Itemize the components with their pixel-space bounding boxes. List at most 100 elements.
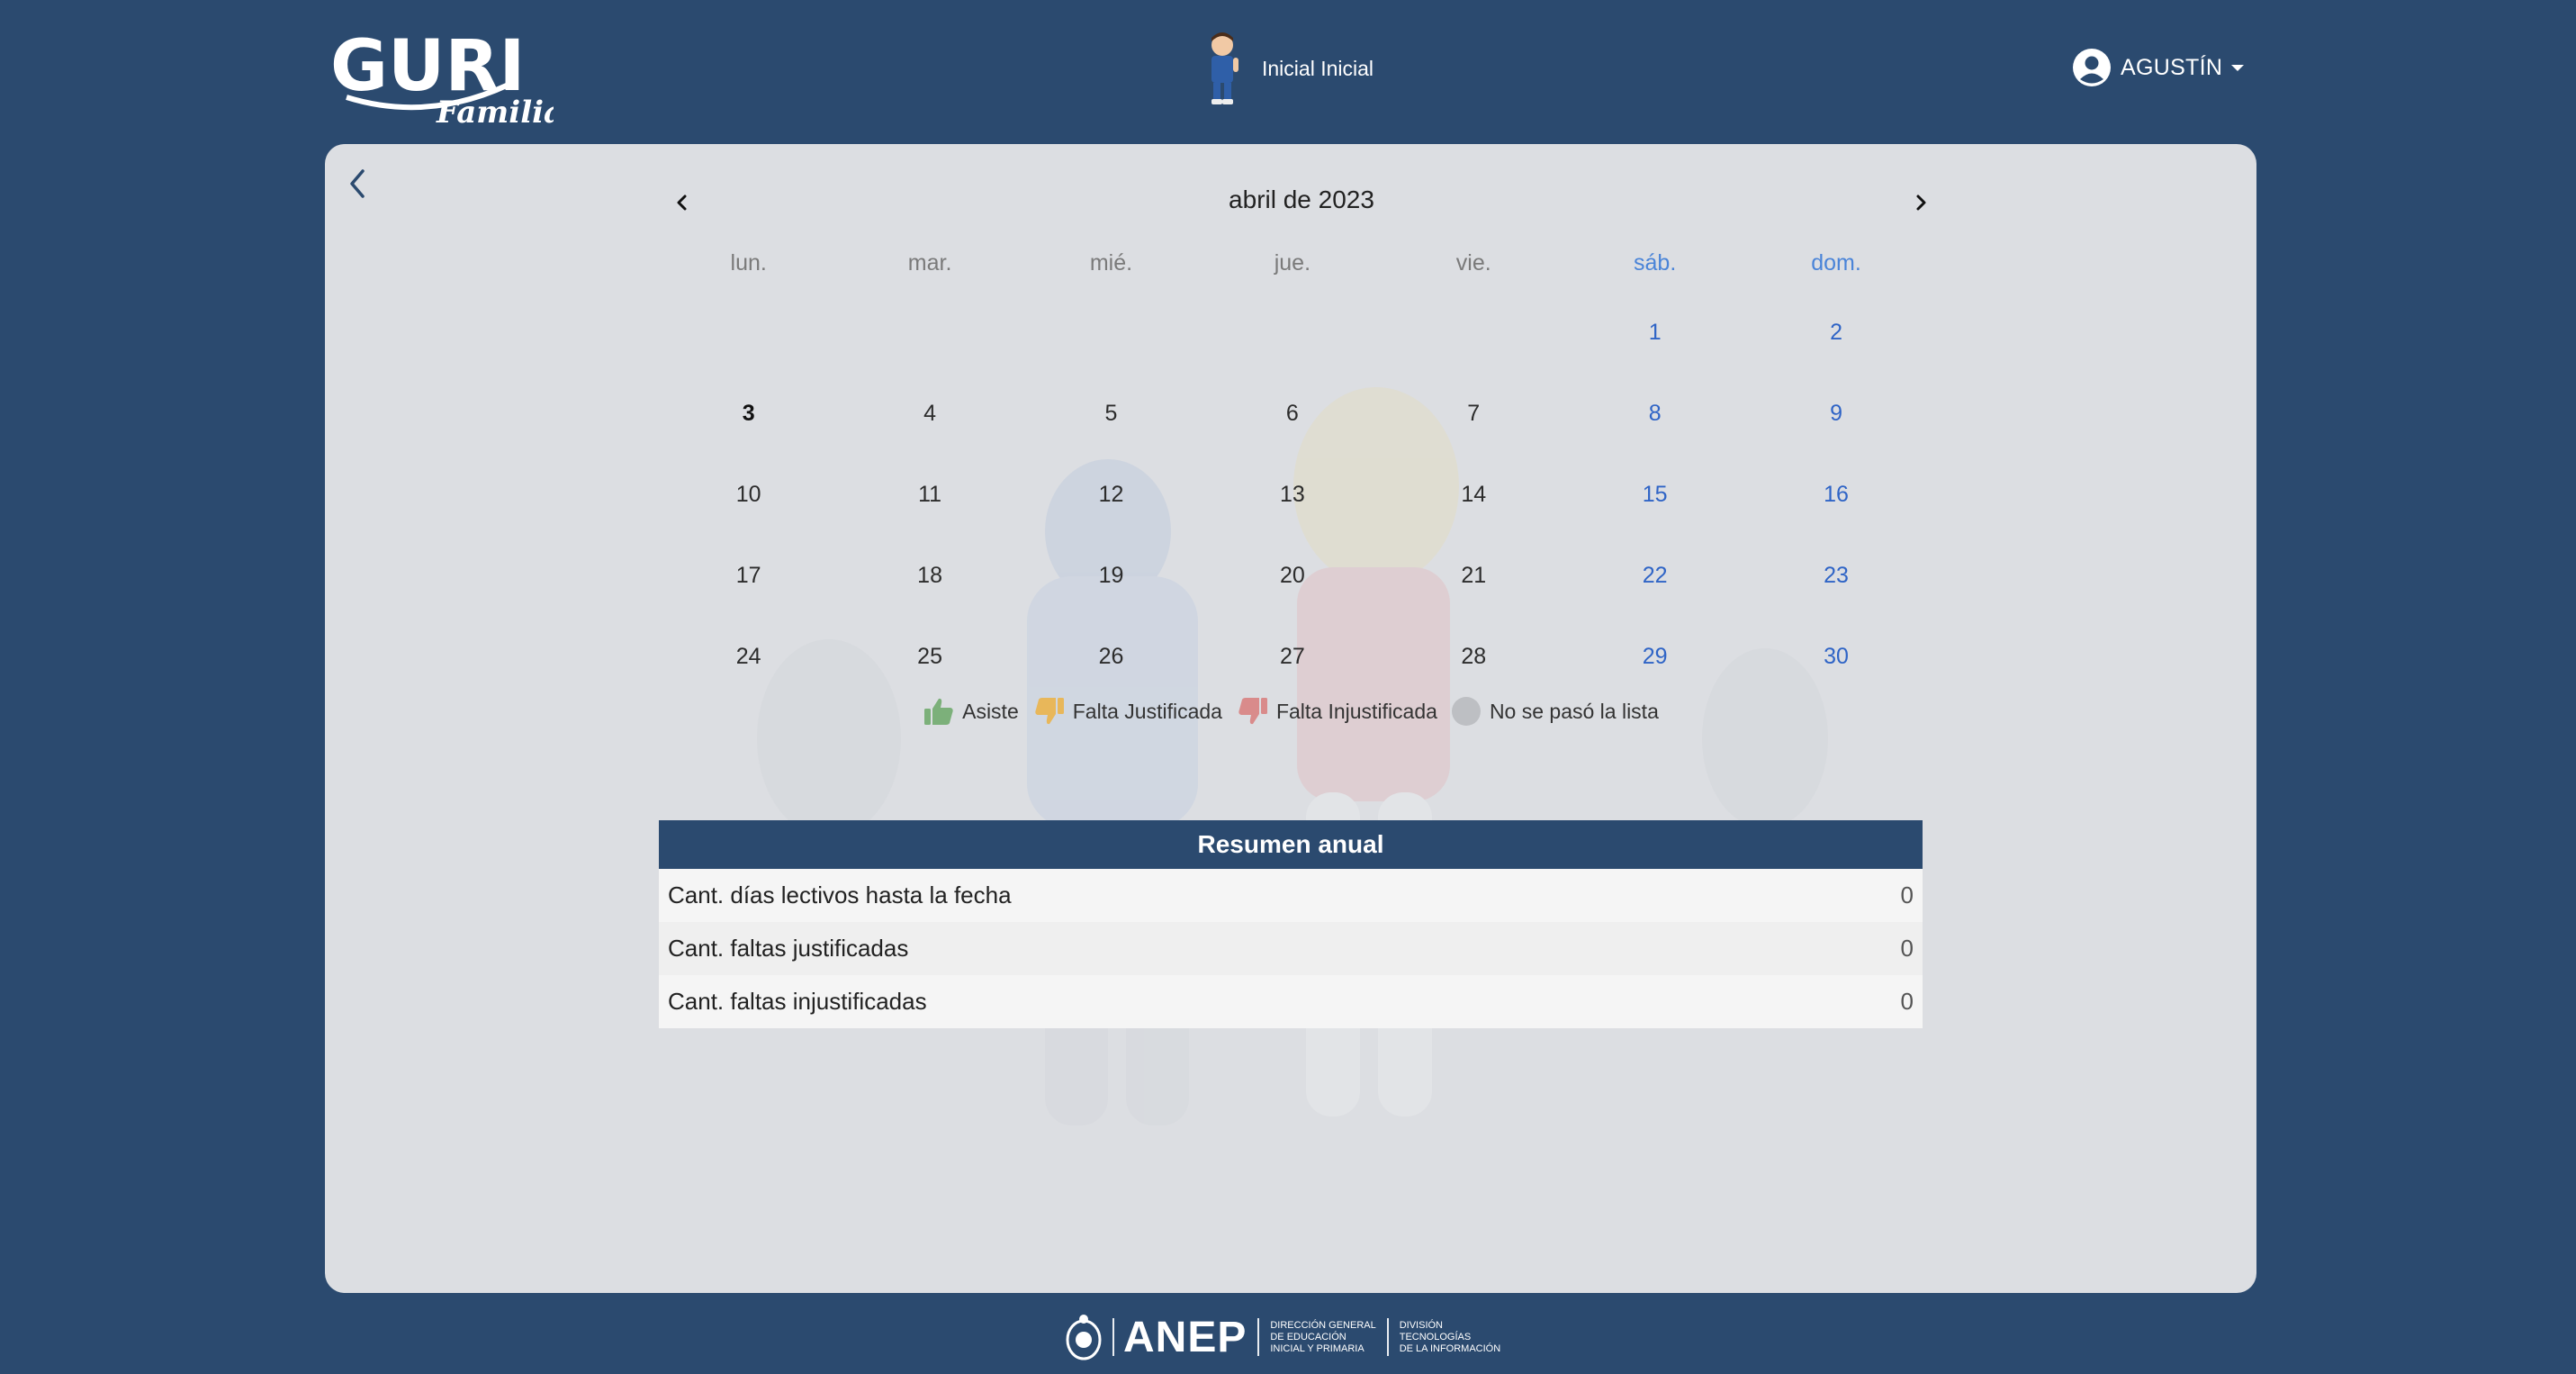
month-label: abril de 2023 [1229,185,1374,213]
weekday-label: mar. [907,250,952,276]
user-account-icon [2073,49,2111,86]
table-row: Cant. faltas justificadas 0 [659,922,1923,975]
weekday-label: mié. [1089,250,1133,276]
calendar-day[interactable]: 3 [658,373,839,454]
uruguay-seal-icon [1066,1315,1102,1360]
calendar-week-row: 10 11 12 13 14 15 16 [658,454,1927,535]
student-avatar [1211,32,1238,104]
student-selector[interactable]: Inicial Inicial [1197,31,1374,106]
calendar-week-row: 12 [658,292,1927,373]
calendar-day[interactable]: 13 [1202,454,1383,535]
legend-asiste-label: Asiste [962,699,1019,723]
calendar-day[interactable]: 20 [1202,535,1383,616]
summary-title: Resumen anual [659,820,1923,869]
summary-row-label: Cant. días lectivos hasta la fecha [668,881,1012,908]
calendar-day[interactable]: 26 [1021,616,1202,697]
calendar-day[interactable]: 12 [1021,454,1202,535]
divider [1386,1318,1389,1356]
calendar-day[interactable]: 5 [1021,373,1202,454]
calendar-day[interactable]: 27 [1202,616,1383,697]
calendar-week-row: 3456789 [658,373,1927,454]
calendar-weeks: 1 2 3 4 5 6 7 8 9 10 11 12 13 14 15 16 17 18 19 20 21 22 23 24 2… [658,292,1927,697]
summary-row-value: 0 [1900,881,1914,908]
footer-line: DE EDUCACIÓN [1270,1331,1347,1342]
summary-row-label: Cant. faltas justificadas [668,935,909,962]
summary-row-value: 0 [1900,988,1914,1015]
footer-line: DE LA INFORMACIÓN [1399,1342,1501,1354]
grey-dot-icon [1451,697,1481,726]
weekday-label: vie. [1455,250,1491,276]
footer-line: DIVISIÓN [1399,1319,1444,1331]
calendar-day[interactable]: 28 [1383,616,1564,697]
calendar-day[interactable]: 6 [1202,373,1383,454]
weekday-label: jue. [1274,250,1311,276]
table-row: Cant. faltas injustificadas 0 [659,975,1923,1028]
calendar-day[interactable]: 23 [1745,535,1926,616]
divider [1257,1318,1260,1356]
calendar-empty-cell [839,292,1020,373]
calendar-day[interactable]: 14 [1383,454,1564,535]
legend-falta-justificada-label: Falta Justificada [1072,699,1222,723]
calendar-day[interactable]: 10 [658,454,839,535]
attendance-legend: Asiste Falta Justificada Falta Injustifi… [325,693,2256,729]
anep-footer-logo: ANEP DIRECCIÓN GENERAL DE EDUCACIÓN INIC… [1064,1310,1500,1364]
legend-falta-injustificada-label: Falta Injustificada [1275,699,1437,723]
calendar-day[interactable]: 11 [839,454,1020,535]
calendar-week-row: 24 25 26 27 28 29 30 [658,616,1927,697]
calendar-day[interactable]: 9 [1745,373,1926,454]
annual-summary-table: Resumen anual Cant. días lectivos hasta … [659,820,1923,1028]
next-month-chevron-icon[interactable] [1905,187,1936,218]
calendar-day[interactable]: 19 [1021,535,1202,616]
table-row: Cant. días lectivos hasta la fecha 0 [659,869,1923,922]
legend-falta-justificada: Falta Justificada [1033,696,1222,727]
legend-no-lista: No se pasó la lista [1451,697,1659,726]
calendar-day[interactable]: 29 [1564,616,1745,697]
thumbs-down-icon [1238,698,1267,725]
calendar-day[interactable]: 21 [1383,535,1564,616]
calendar-day[interactable]: 7 [1383,373,1564,454]
calendar-day[interactable]: 16 [1745,454,1926,535]
calendar-day[interactable]: 25 [839,616,1020,697]
student-name: Inicial Inicial [1262,56,1374,80]
calendar-day[interactable]: 4 [839,373,1020,454]
back-arrow-icon[interactable] [341,164,377,203]
anep-division-text: DIVISIÓN TECNOLOGÍAS DE LA INFORMACIÓN [1400,1320,1500,1355]
anep-direction-text: DIRECCIÓN GENERAL DE EDUCACIÓN INICIAL Y… [1270,1320,1375,1355]
calendar-day[interactable]: 8 [1564,373,1745,454]
footer-line: TECNOLOGÍAS [1399,1331,1472,1342]
weekday-label: lun. [730,250,767,276]
calendar-day[interactable]: 1 [1564,292,1745,373]
calendar-empty-cell [1021,292,1202,373]
thumbs-down-icon [1035,698,1064,725]
calendar-empty-cell [658,292,839,373]
attendance-card: abril de 2023 lun. mar. mié. jue. vie. s… [325,144,2256,1293]
chevron-down-icon [2231,64,2245,71]
weekday-label: sáb. [1634,250,1677,276]
calendar-header: abril de 2023 [667,171,1936,234]
footer-line: DIRECCIÓN GENERAL [1270,1319,1376,1331]
calendar-day[interactable]: 17 [658,535,839,616]
calendar-empty-cell [1383,292,1564,373]
guri-familia-logo: GURI Familia [329,14,563,131]
summary-row-label: Cant. faltas injustificadas [668,988,927,1015]
thumbs-up-icon [924,698,953,725]
user-menu[interactable]: AGUSTÍN [2072,47,2245,88]
user-name: AGUSTÍN [2121,54,2223,80]
calendar-week-row: 17 18 19 20 21 22 23 [658,535,1927,616]
summary-row-value: 0 [1900,935,1914,962]
calendar-day[interactable]: 22 [1564,535,1745,616]
divider [1112,1318,1114,1356]
svg-text:Familia: Familia [436,95,554,127]
legend-no-lista-label: No se pasó la lista [1489,699,1659,723]
calendar-grid: lun. mar. mié. jue. vie. sáb. dom. 12345… [658,234,1927,697]
footer-line: INICIAL Y PRIMARIA [1270,1342,1365,1354]
calendar-day[interactable]: 18 [839,535,1020,616]
calendar-day[interactable]: 15 [1564,454,1745,535]
calendar-day[interactable]: 24 [658,616,839,697]
weekday-label: dom. [1811,250,1861,276]
legend-falta-injustificada: Falta Injustificada [1237,696,1437,727]
calendar-day[interactable]: 2 [1745,292,1926,373]
weekday-header-row: lun. mar. mié. jue. vie. sáb. dom. [658,234,1927,292]
calendar-empty-cell [1202,292,1383,373]
calendar-day[interactable]: 30 [1745,616,1926,697]
